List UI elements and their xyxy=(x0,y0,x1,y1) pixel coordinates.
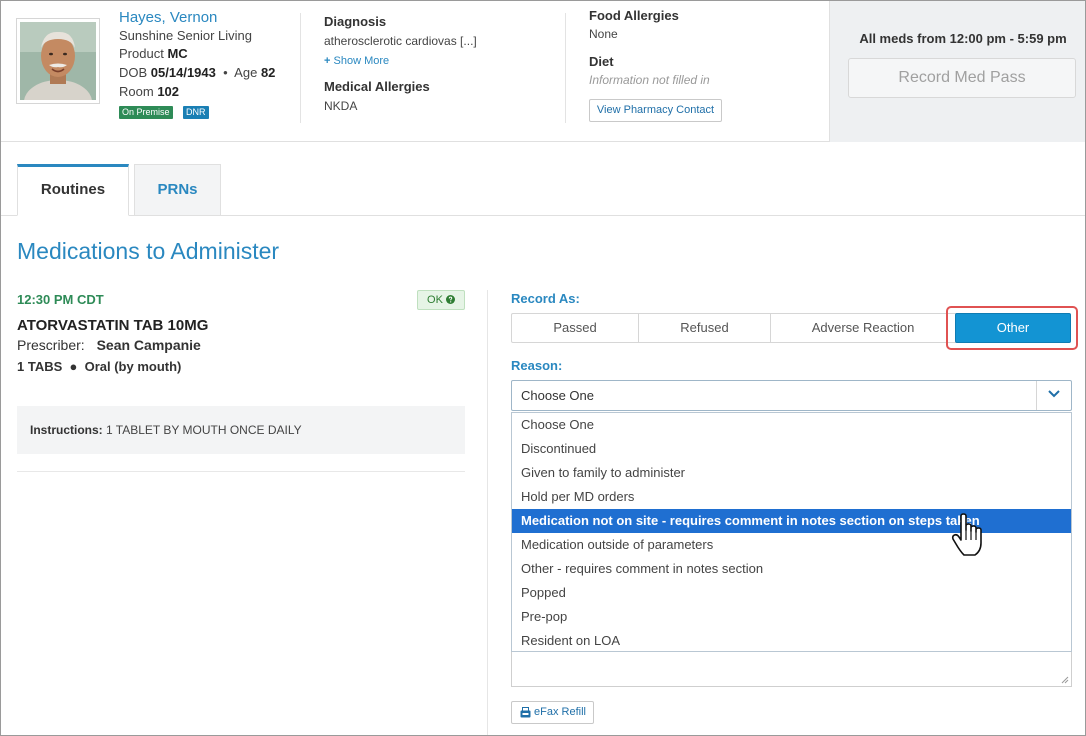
instructions-label: Instructions: xyxy=(30,423,103,437)
reason-option[interactable]: Popped xyxy=(512,581,1071,605)
diagnosis-value: atherosclerotic cardiovas [...] xyxy=(324,34,477,48)
resident-name[interactable]: Hayes, Vernon xyxy=(119,9,217,26)
reason-select[interactable]: Choose One xyxy=(511,380,1072,411)
room-value: 102 xyxy=(157,84,180,99)
reason-option-highlighted[interactable]: Medication not on site - requires commen… xyxy=(512,509,1071,533)
scheduled-time: 12:30 PM CDT xyxy=(17,292,104,307)
reason-option[interactable]: Choose One xyxy=(512,413,1071,437)
age-label: Age xyxy=(234,65,258,80)
header-divider xyxy=(565,13,566,123)
instructions-box: Instructions: 1 TABLET BY MOUTH ONCE DAI… xyxy=(17,406,465,454)
food-allergies-label: Food Allergies xyxy=(589,8,679,23)
app-window: Hayes, Vernon Sunshine Senior Living Pro… xyxy=(0,0,1086,736)
dose-quantity: 1 TABS xyxy=(17,359,63,374)
product-label: Product xyxy=(119,46,164,61)
dose-line: 1 TABS ● Oral (by mouth) xyxy=(17,359,181,374)
reason-option[interactable]: Medication outside of parameters xyxy=(512,533,1071,557)
reason-select-toggle[interactable] xyxy=(1036,381,1071,410)
status-badge[interactable]: OK xyxy=(417,290,465,310)
section-title: Medications to Administer xyxy=(17,238,280,264)
efax-refill-label: eFax Refill xyxy=(534,706,586,718)
dob-label: DOB xyxy=(119,65,148,80)
separator-dot: ● xyxy=(65,359,85,374)
medical-allergies-label: Medical Allergies xyxy=(324,79,430,94)
record-med-pass-button[interactable]: Record Med Pass xyxy=(848,58,1076,98)
age-value: 82 xyxy=(260,65,276,80)
column-divider xyxy=(487,290,488,735)
product-line: Product MC xyxy=(119,46,188,61)
avatar-image xyxy=(20,22,96,100)
record-other-button[interactable]: Other xyxy=(955,313,1071,343)
record-as-label: Record As: xyxy=(511,291,580,306)
room-label: Room xyxy=(119,84,154,99)
dnr-badge: DNR xyxy=(183,106,209,119)
reason-select-value: Choose One xyxy=(521,388,594,403)
resident-header: Hayes, Vernon Sunshine Senior Living Pro… xyxy=(1,1,1085,142)
dob-line: DOB 05/14/1943 • Age 82 xyxy=(119,65,275,80)
notes-textarea[interactable] xyxy=(511,652,1072,687)
reason-option[interactable]: Resident on LOA xyxy=(512,629,1071,653)
record-refused-button[interactable]: Refused xyxy=(639,314,771,342)
diet-label: Diet xyxy=(589,54,614,69)
prescriber-name: Sean Campanie xyxy=(96,337,201,353)
facility-name: Sunshine Senior Living xyxy=(119,28,252,43)
dose-route: Oral (by mouth) xyxy=(84,359,182,374)
chevron-down-icon xyxy=(1048,390,1060,398)
reason-option[interactable]: Given to family to administer xyxy=(512,461,1071,485)
prescriber-label: Prescriber: xyxy=(17,337,85,353)
resident-photo xyxy=(16,18,100,104)
medication-name: ATORVASTATIN TAB 10MG xyxy=(17,317,209,334)
instructions-text: 1 TABLET BY MOUTH ONCE DAILY xyxy=(106,423,302,437)
resize-handle-icon[interactable] xyxy=(1061,676,1069,684)
efax-refill-button[interactable]: eFax Refill xyxy=(511,701,594,724)
food-allergies-value: None xyxy=(589,27,618,41)
record-adverse-reaction-button[interactable]: Adverse Reaction xyxy=(771,314,955,342)
reason-label: Reason: xyxy=(511,358,563,373)
record-passed-button[interactable]: Passed xyxy=(512,314,639,342)
prescriber-line: Prescriber: Sean Campanie xyxy=(17,337,201,353)
room-line: Room 102 xyxy=(119,84,179,99)
divider xyxy=(17,471,465,472)
reason-dropdown-list: Choose One Discontinued Given to family … xyxy=(511,412,1072,652)
hand-pointer-cursor-icon xyxy=(951,513,982,556)
medical-allergies-value: NKDA xyxy=(324,99,358,113)
fax-icon xyxy=(520,707,531,718)
reason-option[interactable]: Other - requires comment in notes sectio… xyxy=(512,557,1071,581)
separator-dot: • xyxy=(219,65,235,80)
on-premise-badge: On Premise xyxy=(119,106,173,119)
status-label: OK xyxy=(427,294,443,306)
reason-option[interactable]: Discontinued xyxy=(512,437,1071,461)
meds-window-text: All meds from 12:00 pm - 5:59 pm xyxy=(859,31,1067,46)
tab-routines[interactable]: Routines xyxy=(17,164,129,216)
plus-icon: + xyxy=(324,55,331,67)
show-more-label: Show More xyxy=(333,55,390,67)
tab-prns[interactable]: PRNs xyxy=(134,164,221,216)
dob-value: 05/14/1943 xyxy=(150,65,216,80)
reason-option[interactable]: Hold per MD orders xyxy=(512,485,1071,509)
product-value: MC xyxy=(167,46,188,61)
help-circle-icon xyxy=(445,295,455,304)
diagnosis-label: Diagnosis xyxy=(324,14,387,29)
reason-option[interactable]: Pre-pop xyxy=(512,605,1071,629)
show-more-link[interactable]: + Show More xyxy=(324,55,389,67)
header-divider xyxy=(300,13,301,123)
diet-value: Information not filled in xyxy=(589,73,710,87)
view-pharmacy-contact-button[interactable]: View Pharmacy Contact xyxy=(589,99,722,122)
med-pass-panel: All meds from 12:00 pm - 5:59 pm Record … xyxy=(829,1,1085,142)
